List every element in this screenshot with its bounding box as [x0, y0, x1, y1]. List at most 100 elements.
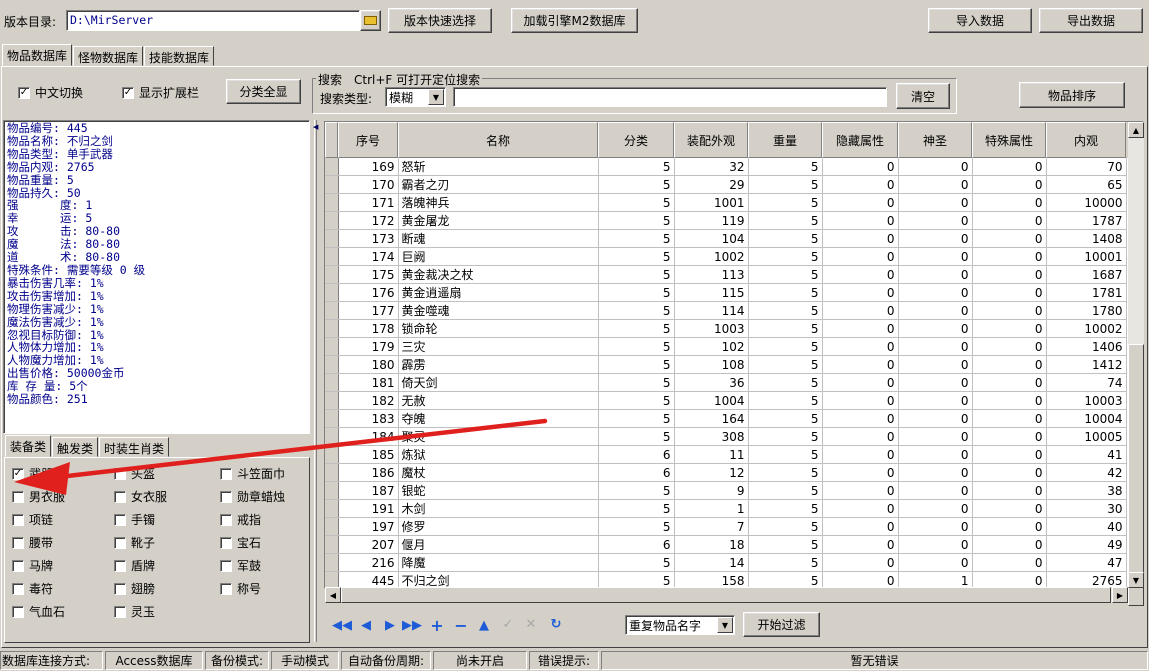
table-cell[interactable]: 184: [338, 427, 399, 446]
table-cell[interactable]: 1780: [1046, 301, 1127, 320]
table-row[interactable]: 183 夺魄 5 164 5 0 0 0 10004: [325, 409, 1127, 428]
table-cell[interactable]: 0: [822, 193, 899, 212]
table-row[interactable]: 216 降魔 5 14 5 0 0 0 47: [325, 553, 1127, 572]
table-cell[interactable]: 5: [748, 481, 823, 500]
table-cell[interactable]: 0: [972, 499, 1047, 518]
scroll-down-button[interactable]: ▼: [1128, 572, 1144, 588]
table-cell[interactable]: 49: [1046, 535, 1127, 554]
table-cell[interactable]: 巨阙: [398, 247, 599, 266]
table-row[interactable]: 179 三灾 5 102 5 0 0 0 1406: [325, 337, 1127, 356]
table-row[interactable]: 177 黄金噬魂 5 114 5 0 0 0 1780: [325, 301, 1127, 320]
category-checkbox[interactable]: ✓ 武器: [12, 465, 53, 482]
table-cell[interactable]: 5: [748, 337, 823, 356]
add-record-icon[interactable]: +: [427, 616, 447, 635]
table-cell[interactable]: 5: [598, 301, 675, 320]
show-all-categories-button[interactable]: 分类全显: [226, 79, 301, 104]
table-cell[interactable]: 0: [898, 337, 973, 356]
table-cell[interactable]: 5: [748, 517, 823, 536]
table-row[interactable]: 180 霹雳 5 108 5 0 0 0 1412: [325, 355, 1127, 374]
table-cell[interactable]: 308: [674, 427, 749, 446]
table-cell[interactable]: 18: [674, 535, 749, 554]
category-checkbox[interactable]: 腰带: [12, 534, 53, 551]
table-cell[interactable]: 10000: [1046, 193, 1127, 212]
table-cell[interactable]: 5: [748, 391, 823, 410]
table-cell[interactable]: 30: [1046, 499, 1127, 518]
table-cell[interactable]: 0: [822, 499, 899, 518]
table-cell[interactable]: 176: [338, 283, 399, 302]
table-cell[interactable]: 1408: [1046, 229, 1127, 248]
table-cell[interactable]: 216: [338, 553, 399, 572]
table-cell[interactable]: 0: [898, 211, 973, 230]
column-header[interactable]: 序号: [338, 122, 398, 158]
table-cell[interactable]: 104: [674, 229, 749, 248]
chinese-toggle-checkbox[interactable]: ✓ 中文切换: [18, 84, 83, 101]
table-cell[interactable]: 0: [898, 517, 973, 536]
table-cell[interactable]: 170: [338, 175, 399, 194]
table-cell[interactable]: 0: [972, 517, 1047, 536]
table-cell[interactable]: 38: [1046, 481, 1127, 500]
table-row[interactable]: 172 黄金屠龙 5 119 5 0 0 0 1787: [325, 211, 1127, 230]
table-cell[interactable]: 5: [598, 158, 675, 176]
table-cell[interactable]: 0: [822, 265, 899, 284]
table-cell[interactable]: 169: [338, 158, 399, 176]
table-cell[interactable]: 黄金裁决之杖: [398, 265, 599, 284]
search-input[interactable]: [453, 87, 887, 107]
table-cell[interactable]: 119: [674, 211, 749, 230]
table-cell[interactable]: 175: [338, 265, 399, 284]
category-checkbox[interactable]: 男衣服: [12, 488, 65, 505]
start-filter-button[interactable]: 开始过滤: [743, 612, 820, 637]
table-cell[interactable]: 0: [898, 175, 973, 194]
table-cell[interactable]: 5: [748, 175, 823, 194]
category-checkbox[interactable]: 翅膀: [114, 580, 155, 597]
column-header[interactable]: 名称: [398, 122, 598, 158]
tab-trigger[interactable]: 触发类: [52, 437, 99, 457]
category-checkbox[interactable]: 气血石: [12, 603, 65, 620]
table-cell[interactable]: 41: [1046, 445, 1127, 464]
table-row[interactable]: 191 木剑 5 1 5 0 0 0 30: [325, 499, 1127, 518]
category-checkbox[interactable]: 斗笠面巾: [220, 465, 285, 482]
table-cell[interactable]: 5: [598, 337, 675, 356]
table-cell[interactable]: 0: [898, 391, 973, 410]
table-cell[interactable]: 0: [822, 517, 899, 536]
table-cell[interactable]: 0: [898, 409, 973, 428]
table-cell[interactable]: 5: [598, 247, 675, 266]
table-cell[interactable]: 倚天剑: [398, 373, 599, 392]
table-cell[interactable]: 0: [822, 301, 899, 320]
table-cell[interactable]: 32: [674, 158, 749, 176]
table-cell[interactable]: 0: [972, 319, 1047, 338]
category-checkbox[interactable]: 盾牌: [114, 557, 155, 574]
table-cell[interactable]: 0: [972, 175, 1047, 194]
sort-items-button[interactable]: 物品排序: [1019, 82, 1125, 108]
table-cell[interactable]: 0: [822, 229, 899, 248]
table-cell[interactable]: 0: [972, 211, 1047, 230]
table-cell[interactable]: 5: [598, 481, 675, 500]
table-cell[interactable]: 6: [598, 463, 675, 482]
table-cell[interactable]: 5: [748, 427, 823, 446]
table-cell[interactable]: 1002: [674, 247, 749, 266]
scroll-left-button[interactable]: ◀: [325, 587, 341, 603]
table-cell[interactable]: 0: [898, 535, 973, 554]
table-cell[interactable]: 173: [338, 229, 399, 248]
table-row[interactable]: 182 无赦 5 1004 5 0 0 0 10003: [325, 391, 1127, 410]
table-cell[interactable]: 降魔: [398, 553, 599, 572]
table-row[interactable]: 185 炼狱 6 11 5 0 0 0 41: [325, 445, 1127, 464]
table-cell[interactable]: 5: [598, 265, 675, 284]
table-cell[interactable]: 5: [598, 553, 675, 572]
table-cell[interactable]: 夺魄: [398, 409, 599, 428]
table-cell[interactable]: 0: [972, 535, 1047, 554]
column-header[interactable]: 神圣: [898, 122, 972, 158]
table-cell[interactable]: 5: [748, 301, 823, 320]
splitter[interactable]: ◀: [312, 120, 321, 642]
table-cell[interactable]: 三灾: [398, 337, 599, 356]
tab-monsters[interactable]: 怪物数据库: [73, 46, 144, 66]
table-cell[interactable]: 5: [748, 211, 823, 230]
tab-skills[interactable]: 技能数据库: [144, 46, 215, 66]
table-row[interactable]: 169 怒斩 5 32 5 0 0 0 70: [325, 158, 1127, 176]
table-cell[interactable]: 5: [598, 175, 675, 194]
table-cell[interactable]: 1: [674, 499, 749, 518]
clear-search-button[interactable]: 清空: [896, 83, 950, 109]
import-button[interactable]: 导入数据: [928, 8, 1032, 33]
refresh-icon[interactable]: ↻: [546, 617, 566, 632]
category-checkbox[interactable]: 项链: [12, 511, 53, 528]
category-checkbox[interactable]: 勋章蜡烛: [220, 488, 285, 505]
